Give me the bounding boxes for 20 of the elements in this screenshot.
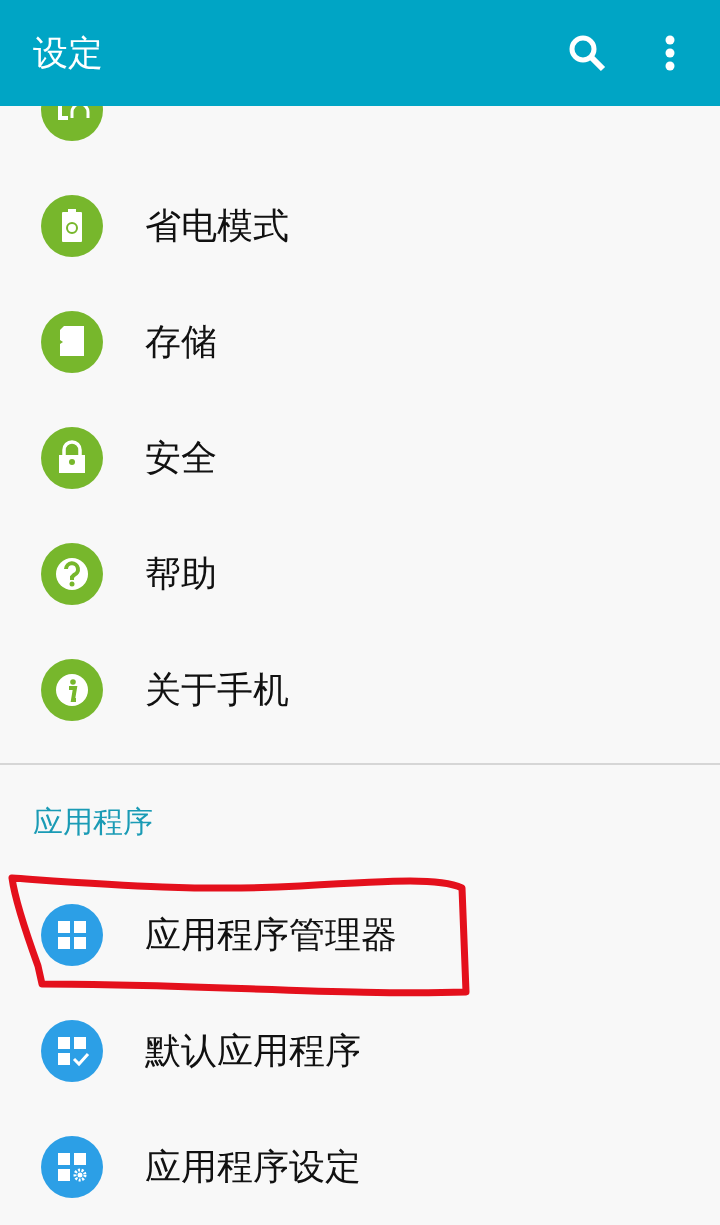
settings-item[interactable]: 帮助 <box>0 516 720 632</box>
section-header: 应用程序 <box>33 802 153 841</box>
item-label: 省电模式 <box>145 204 289 248</box>
item-label: 应用程序设定 <box>145 1145 361 1189</box>
item-label: 应用程序管理器 <box>145 913 397 957</box>
settings-item[interactable]: 省电模式 <box>0 168 720 284</box>
item-label: 默认应用程序 <box>145 1029 361 1073</box>
settings-item[interactable]: 应用程序设定 <box>0 1109 720 1225</box>
item-label: 存储 <box>145 320 217 364</box>
item-label: 关于手机 <box>145 668 289 712</box>
search-icon <box>567 33 607 73</box>
settings-item[interactable]: 存储 <box>0 284 720 400</box>
item-label: 安全 <box>145 436 217 480</box>
more-icon <box>664 35 676 71</box>
settings-item[interactable]: 安全 <box>0 400 720 516</box>
settings-item[interactable]: 默认应用程序 <box>0 993 720 1109</box>
settings-item[interactable]: 关于手机 <box>0 632 720 748</box>
item-label: 帮助 <box>145 552 217 596</box>
app-bar-title: 设定 <box>33 31 103 75</box>
settings-item[interactable]: 应用程序管理器 <box>0 877 720 993</box>
